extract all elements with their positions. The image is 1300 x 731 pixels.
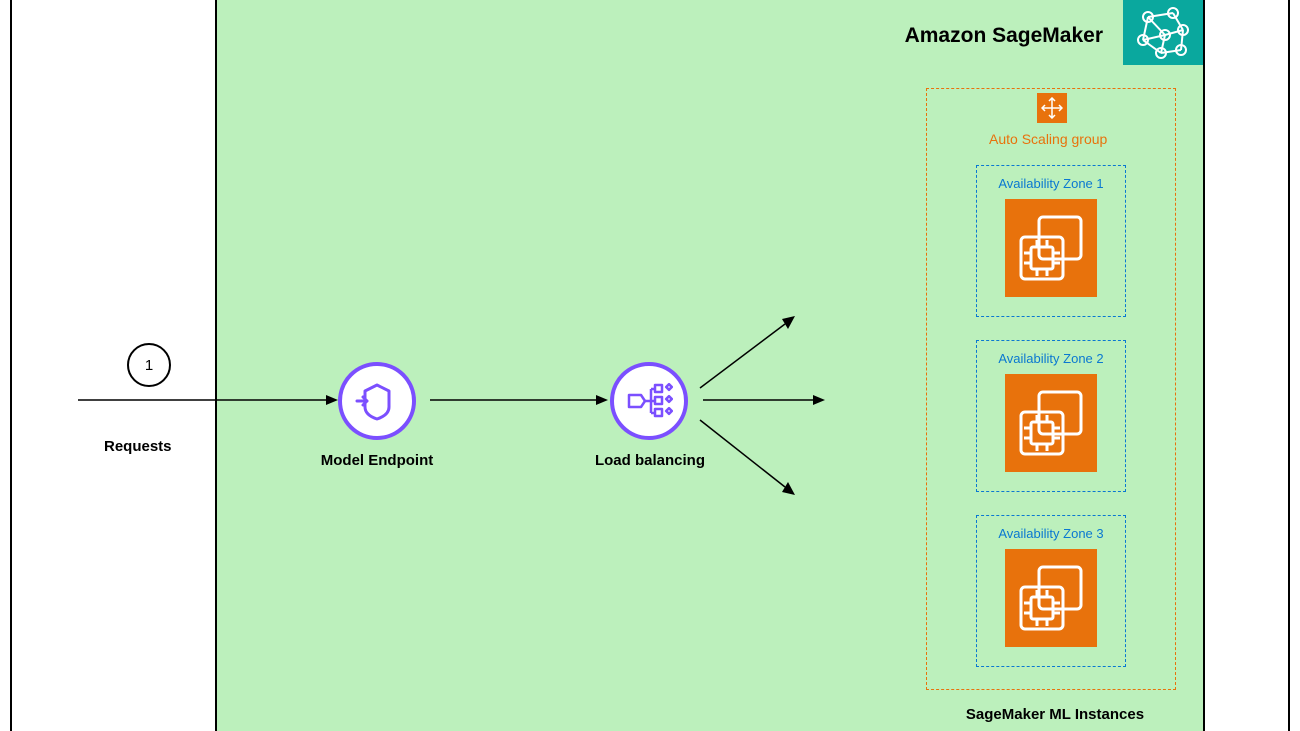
model-endpoint-label: Model Endpoint xyxy=(311,452,443,469)
arrow-endpoint-to-lb xyxy=(430,395,608,415)
requests-label: Requests xyxy=(104,438,172,455)
availability-zone-1-box: Availability Zone 1 xyxy=(976,165,1126,317)
instances-caption: SageMaker ML Instances xyxy=(960,706,1150,723)
ml-instance-icon-1 xyxy=(1005,199,1097,297)
availability-zone-1-label: Availability Zone 1 xyxy=(987,176,1115,191)
load-balancing-icon xyxy=(610,362,688,440)
arrow-requests-to-endpoint xyxy=(78,395,338,415)
arrow-lb-out-1 xyxy=(700,316,800,406)
auto-scaling-group-label: Auto Scaling group xyxy=(989,131,1107,147)
auto-scaling-icon xyxy=(1037,93,1067,123)
availability-zone-2-box: Availability Zone 2 xyxy=(976,340,1126,492)
step-1-number: 1 xyxy=(145,357,153,374)
ml-instance-icon-2 xyxy=(1005,374,1097,472)
sagemaker-service-icon xyxy=(1123,0,1203,65)
availability-zone-3-box: Availability Zone 3 xyxy=(976,515,1126,667)
sagemaker-title: Amazon SageMaker xyxy=(905,24,1103,48)
step-1-badge: 1 xyxy=(127,343,171,387)
ml-instance-icon-3 xyxy=(1005,549,1097,647)
arrow-lb-out-2 xyxy=(703,395,825,415)
model-endpoint-icon xyxy=(338,362,416,440)
availability-zone-3-label: Availability Zone 3 xyxy=(987,526,1115,541)
availability-zone-2-label: Availability Zone 2 xyxy=(987,351,1115,366)
arrow-lb-out-3 xyxy=(700,415,800,505)
auto-scaling-group-box: Auto Scaling group Availability Zone 1 A… xyxy=(926,88,1176,690)
